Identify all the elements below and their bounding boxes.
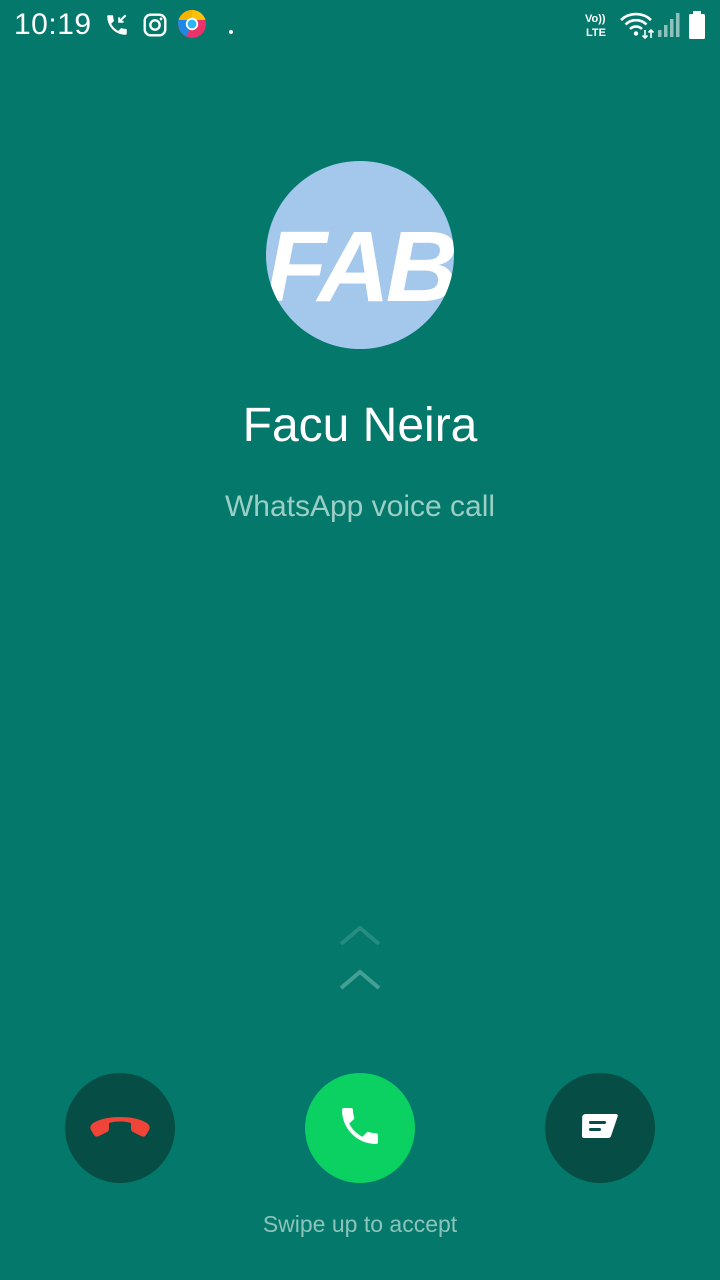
chevron-up-icon (339, 969, 381, 990)
avatar-logo-text: FAB (266, 211, 454, 323)
call-type: WhatsApp voice call (224, 490, 496, 523)
dot-icon (228, 22, 234, 40)
volte-label-top: Vo)) (585, 13, 606, 25)
battery-icon (688, 10, 706, 45)
accept-call-button[interactable] (305, 1073, 415, 1183)
chevron-up-icon (339, 925, 381, 946)
reply-message-button[interactable] (545, 1073, 655, 1183)
missed-call-icon (104, 12, 130, 43)
message-icon (580, 1112, 620, 1145)
signal-icon (657, 12, 681, 43)
decline-call-button[interactable] (65, 1073, 175, 1183)
instagram-icon (142, 12, 168, 43)
volte-icon: Vo)) LTE (584, 10, 614, 40)
volte-label-bottom: LTE (586, 27, 606, 39)
chrome-icon (177, 9, 207, 44)
status-bar: 10:19 Vo)) LTE (0, 0, 720, 50)
wifi-icon (619, 11, 655, 44)
status-time: 10:19 (14, 8, 92, 41)
caller-avatar: FAB (266, 161, 454, 349)
swipe-up-chevrons (335, 920, 385, 1000)
swipe-hint: Swipe up to accept (262, 1211, 458, 1237)
decline-phone-icon (89, 1111, 151, 1146)
caller-name: Facu Neira (242, 399, 478, 452)
phone-icon (336, 1102, 384, 1155)
